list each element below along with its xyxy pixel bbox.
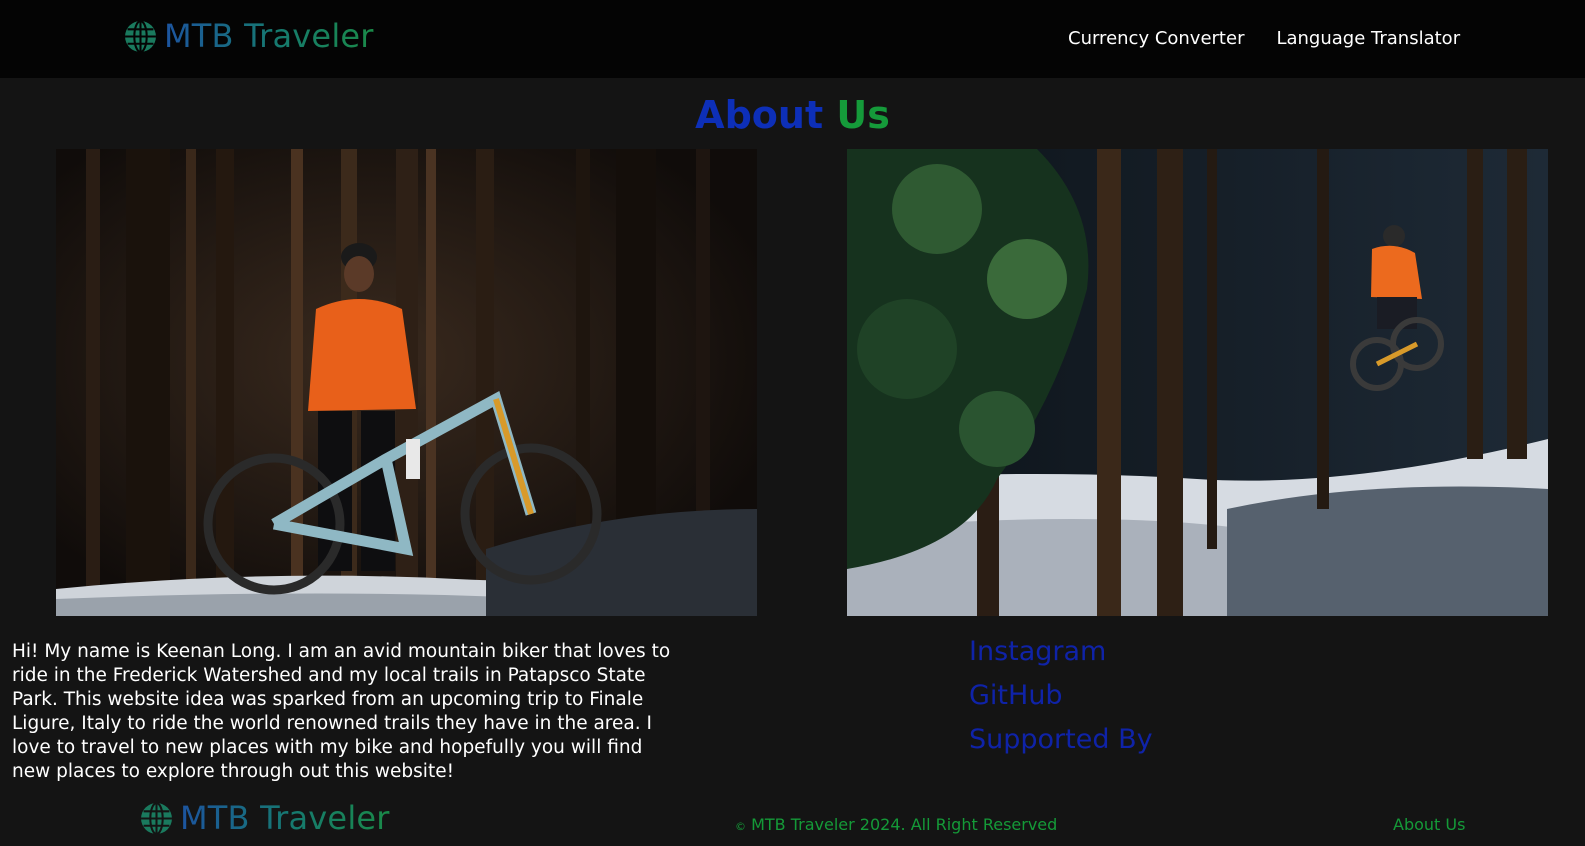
copyright-text: © MTB Traveler 2024. All Right Reserved	[735, 815, 1057, 837]
about-paragraph: Hi! My name is Keenan Long. I am an avid…	[12, 641, 671, 782]
main-nav: Currency Converter Language Translator	[1068, 27, 1460, 51]
copyright-symbol: ©	[735, 820, 746, 833]
top-navbar: MTB Traveler Currency Converter Language…	[0, 0, 1585, 78]
page-title: About Us	[0, 92, 1585, 138]
footer-brand-logo-link[interactable]: MTB Traveler	[140, 800, 390, 836]
globe-icon	[141, 801, 172, 835]
github-link[interactable]: GitHub	[969, 674, 1153, 718]
photo-rider-with-bike	[56, 149, 757, 616]
copyright-label: MTB Traveler 2024. All Right Reserved	[751, 815, 1058, 834]
globe-icon	[125, 19, 156, 53]
social-links: Instagram GitHub Supported By	[969, 630, 1153, 762]
supported-by-link[interactable]: Supported By	[969, 718, 1153, 762]
footer-about-us-link[interactable]: About Us	[1393, 815, 1465, 835]
nav-language-translator[interactable]: Language Translator	[1276, 27, 1460, 51]
footer-brand-name: MTB Traveler	[180, 799, 390, 837]
instagram-link[interactable]: Instagram	[969, 630, 1153, 674]
photo-rider-jumping	[847, 149, 1548, 616]
nav-currency-converter[interactable]: Currency Converter	[1068, 27, 1244, 51]
brand-name: MTB Traveler	[164, 17, 374, 55]
brand-logo-link[interactable]: MTB Traveler	[124, 18, 374, 54]
page-title-part-1: About	[695, 93, 824, 137]
page-title-part-2: Us	[836, 93, 890, 137]
